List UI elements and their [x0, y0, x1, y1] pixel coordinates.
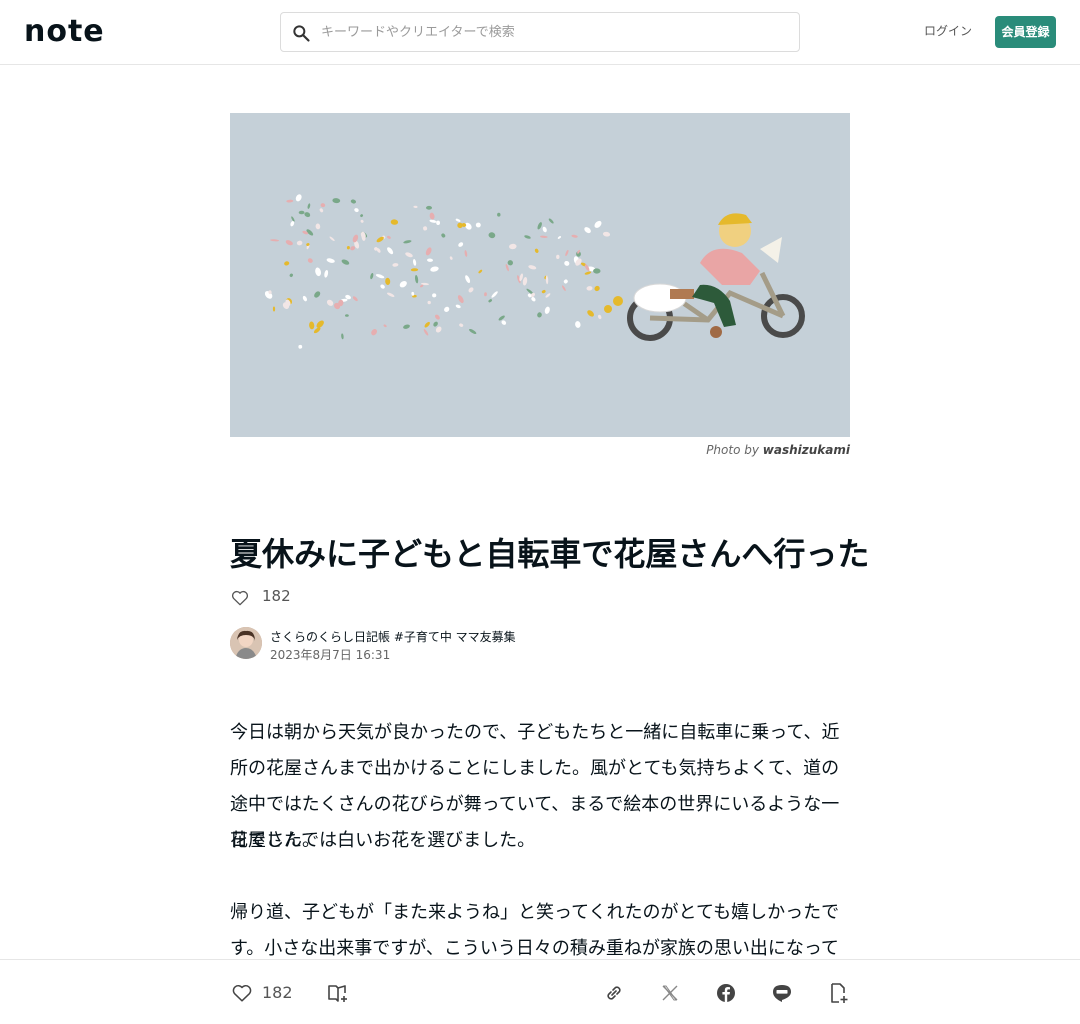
- search-box[interactable]: [280, 12, 800, 52]
- note-logo[interactable]: note: [24, 17, 105, 47]
- hero-image: [230, 113, 850, 437]
- photo-credit-prefix: Photo by: [706, 443, 759, 457]
- article-title: 夏休みに子どもと自転車で花屋さんへ行った話: [230, 535, 870, 573]
- line-icon[interactable]: [770, 981, 794, 1005]
- bottom-like-count: 182: [262, 983, 293, 1002]
- avatar[interactable]: [230, 627, 262, 659]
- petal-shape: [345, 314, 349, 317]
- author-info: さくらのくらし日記帳 #子育て中 ママ友募集 2023年8月7日 16:31: [230, 627, 850, 662]
- petal-shape: [497, 212, 501, 217]
- like-count: 182: [262, 587, 291, 605]
- photo-credit: Photo by washizukami: [600, 443, 850, 457]
- magazine-add-icon[interactable]: [326, 981, 350, 1005]
- bottom-action-bar: 182: [0, 959, 1080, 1024]
- photo-credit-author[interactable]: washizukami: [763, 443, 850, 457]
- facebook-icon[interactable]: [714, 981, 738, 1005]
- article-paragraph: 花屋さんでは白いお花を選びました。: [230, 830, 536, 851]
- site-header: note ログイン 会員登録: [0, 0, 1080, 65]
- embed-icon[interactable]: [826, 981, 850, 1005]
- heart-icon[interactable]: [231, 982, 253, 1004]
- x-icon[interactable]: [658, 981, 682, 1005]
- link-icon[interactable]: [602, 981, 626, 1005]
- hero-illustration: [230, 113, 850, 437]
- publish-date: 2023年8月7日 16:31: [270, 648, 391, 662]
- heart-icon[interactable]: [230, 588, 250, 608]
- signup-button[interactable]: 会員登録: [995, 16, 1056, 48]
- login-link[interactable]: ログイン: [918, 22, 978, 39]
- petal-shape: [426, 205, 432, 210]
- author-name[interactable]: さくらのくらし日記帳 #子育て中 ママ友募集: [270, 628, 516, 645]
- search-icon: [293, 25, 310, 42]
- search-input[interactable]: [321, 19, 781, 45]
